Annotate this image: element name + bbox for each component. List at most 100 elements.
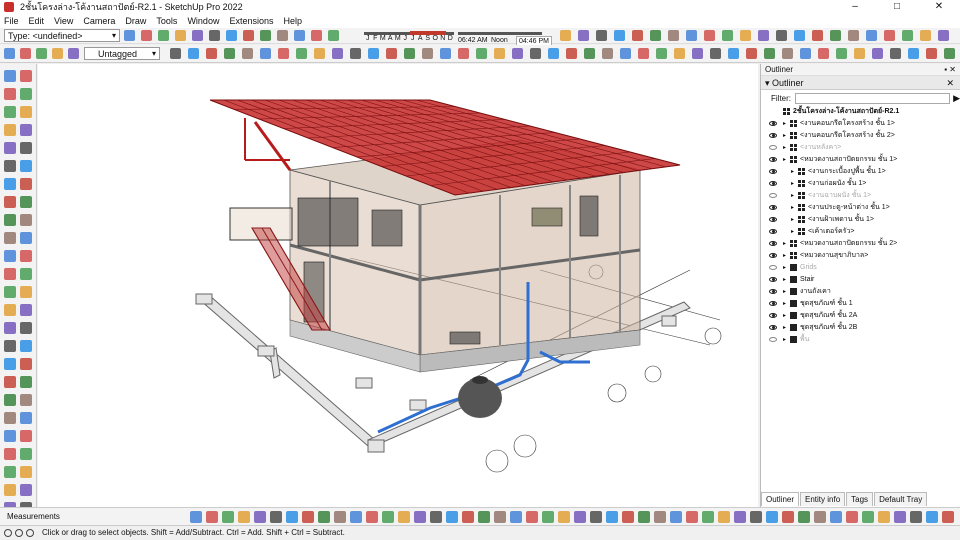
drawing-tool-icon[interactable] [4, 70, 16, 82]
extension-tool-icon[interactable] [238, 511, 250, 523]
visibility-eye-icon[interactable] [769, 337, 777, 342]
toolbar-tool-icon[interactable] [52, 48, 63, 59]
tab-tags[interactable]: Tags [846, 492, 874, 506]
outliner-item[interactable]: ▸ <หมวดงานสุขาภิบาล> [761, 250, 960, 262]
drawing-tool-icon[interactable] [4, 484, 16, 496]
drawing-tool-icon[interactable] [4, 322, 16, 334]
toolbar-tool-icon[interactable] [722, 30, 733, 41]
expand-arrow-icon[interactable]: ▸ [783, 262, 786, 274]
toolbar-tool-icon[interactable] [175, 30, 186, 41]
toolbar-tool-icon[interactable] [782, 48, 793, 59]
toolbar-tool-icon[interactable] [530, 48, 541, 59]
expand-arrow-icon[interactable]: ▸ [791, 214, 794, 226]
drawing-tool-icon[interactable] [20, 466, 32, 478]
toolbar-tool-icon[interactable] [836, 48, 847, 59]
drawing-tool-icon[interactable] [4, 232, 16, 244]
toolbar-tool-icon[interactable] [614, 30, 625, 41]
extension-tool-icon[interactable] [734, 511, 746, 523]
drawing-tool-icon[interactable] [4, 124, 16, 136]
toolbar-tool-icon[interactable] [710, 48, 721, 59]
outliner-item[interactable]: ▸ <งานฝ้าเพดาน ชั้น 1> [761, 214, 960, 226]
toolbar-tool-icon[interactable] [890, 48, 901, 59]
outliner-item[interactable]: ▸ <งานก่อผนัง ชั้น 1> [761, 178, 960, 190]
extension-tool-icon[interactable] [926, 511, 938, 523]
drawing-tool-icon[interactable] [20, 268, 32, 280]
outliner-item[interactable]: ▸ <เค้าเตอร์ครัว> [761, 226, 960, 238]
toolbar-tool-icon[interactable] [578, 30, 589, 41]
outliner-item[interactable]: ▸ Grids [761, 262, 960, 274]
drawing-tool-icon[interactable] [20, 412, 32, 424]
visibility-eye-icon[interactable] [769, 145, 777, 150]
drawing-tool-icon[interactable] [4, 88, 16, 100]
drawing-tool-icon[interactable] [4, 142, 16, 154]
extension-tool-icon[interactable] [318, 511, 330, 523]
expand-arrow-icon[interactable]: ▸ [791, 202, 794, 214]
extension-tool-icon[interactable] [862, 511, 874, 523]
outliner-item[interactable]: ▸ ชุดสุขภัณฑ์ ชั้น 2B [761, 322, 960, 334]
toolbar-tool-icon[interactable] [938, 30, 949, 41]
extension-tool-icon[interactable] [718, 511, 730, 523]
toolbar-tool-icon[interactable] [686, 30, 697, 41]
geo-location-icon[interactable] [4, 529, 12, 537]
toolbar-tool-icon[interactable] [350, 48, 361, 59]
extension-tool-icon[interactable] [846, 511, 858, 523]
toolbar-tool-icon[interactable] [776, 30, 787, 41]
expand-arrow-icon[interactable]: ▸ [783, 142, 786, 154]
extension-tool-icon[interactable] [750, 511, 762, 523]
extension-tool-icon[interactable] [558, 511, 570, 523]
expand-arrow-icon[interactable]: ▸ [783, 154, 786, 166]
toolbar-tool-icon[interactable] [602, 48, 613, 59]
toolbar-tool-icon[interactable] [812, 30, 823, 41]
extension-tool-icon[interactable] [654, 511, 666, 523]
menu-edit[interactable]: Edit [29, 16, 45, 26]
toolbar-tool-icon[interactable] [314, 48, 325, 59]
extension-tool-icon[interactable] [638, 511, 650, 523]
visibility-eye-icon[interactable] [769, 229, 777, 234]
toolbar-tool-icon[interactable] [209, 30, 220, 41]
extension-tool-icon[interactable] [702, 511, 714, 523]
tree-root[interactable]: 2ชั้นโครงล่าง-โค้งานสถาปัตย์-R2.1 [761, 106, 960, 118]
menu-help[interactable]: Help [283, 16, 302, 26]
drawing-tool-icon[interactable] [20, 394, 32, 406]
expand-arrow-icon[interactable]: ▸ [791, 226, 794, 238]
extension-tool-icon[interactable] [894, 511, 906, 523]
expand-arrow-icon[interactable]: ▸ [791, 178, 794, 190]
drawing-tool-icon[interactable] [20, 430, 32, 442]
drawing-tool-icon[interactable] [4, 250, 16, 262]
menu-tools[interactable]: Tools [156, 16, 177, 26]
toolbar-tool-icon[interactable] [794, 30, 805, 41]
drawing-tool-icon[interactable] [4, 394, 16, 406]
toolbar-tool-icon[interactable] [36, 48, 47, 59]
minimize-button[interactable]: – [834, 0, 876, 14]
toolbar-tool-icon[interactable] [440, 48, 451, 59]
toolbar-tool-icon[interactable] [243, 30, 254, 41]
drawing-tool-icon[interactable] [4, 448, 16, 460]
toolbar-tool-icon[interactable] [728, 48, 739, 59]
toolbar-tool-icon[interactable] [158, 30, 169, 41]
toolbar-tool-icon[interactable] [668, 30, 679, 41]
outliner-item[interactable]: ▸ พื้น [761, 334, 960, 346]
toolbar-tool-icon[interactable] [277, 30, 288, 41]
visibility-eye-icon[interactable] [769, 265, 777, 270]
visibility-eye-icon[interactable] [769, 181, 777, 186]
drawing-tool-icon[interactable] [20, 358, 32, 370]
visibility-eye-icon[interactable] [769, 241, 777, 246]
drawing-tool-icon[interactable] [20, 250, 32, 262]
visibility-eye-icon[interactable] [769, 133, 777, 138]
expand-arrow-icon[interactable]: ▸ [783, 238, 786, 250]
drawing-tool-icon[interactable] [20, 196, 32, 208]
model-viewport[interactable] [38, 64, 758, 507]
visibility-eye-icon[interactable] [769, 253, 777, 258]
toolbar-tool-icon[interactable] [872, 48, 883, 59]
toolbar-tool-icon[interactable] [638, 48, 649, 59]
toolbar-tool-icon[interactable] [188, 48, 199, 59]
toolbar-tool-icon[interactable] [20, 48, 31, 59]
expand-arrow-icon[interactable]: ▸ [791, 166, 794, 178]
menu-extensions[interactable]: Extensions [229, 16, 273, 26]
toolbar-tool-icon[interactable] [386, 48, 397, 59]
extension-tool-icon[interactable] [670, 511, 682, 523]
drawing-tool-icon[interactable] [20, 214, 32, 226]
extension-tool-icon[interactable] [830, 511, 842, 523]
toolbar-tool-icon[interactable] [902, 30, 913, 41]
extension-tool-icon[interactable] [622, 511, 634, 523]
